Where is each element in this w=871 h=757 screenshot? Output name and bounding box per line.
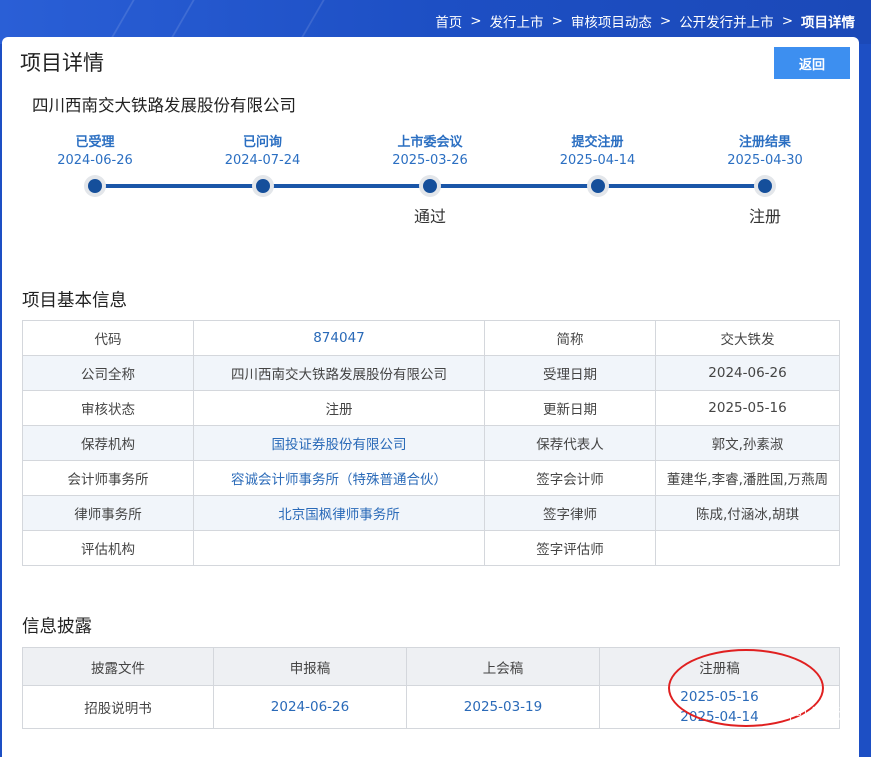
watermark-text: 格隆汇 [810, 707, 852, 723]
timeline-step-date: 2025-04-14 [559, 153, 636, 168]
info-label: 评估机构 [22, 530, 194, 566]
info-row: 审核状态 注册 更新日期 2025-05-16 [22, 390, 840, 426]
info-value: 2025-05-16 [655, 390, 840, 426]
info-value: 交大铁发 [655, 320, 840, 356]
timeline-step-label: 上市委会议 [397, 135, 463, 150]
timeline-step-label: 已问询 [242, 135, 282, 150]
timeline-step-date: 2024-06-26 [57, 153, 133, 168]
info-value [655, 530, 840, 566]
project-detail-card: 项目详情 返回 四川西南交大铁路发展股份有限公司 已受理 2024-06-26 已问… [2, 37, 859, 757]
timeline-step: 已问询 2024-07-24 [203, 131, 323, 168]
info-value: 陈成,付涵冰,胡琪 [655, 495, 840, 531]
timeline-step-label: 注册结果 [738, 135, 791, 150]
back-button[interactable]: 返回 [774, 47, 850, 79]
breadcrumb-separator: > [551, 13, 563, 29]
info-value [193, 530, 485, 566]
watermark-logo-icon: G [790, 706, 806, 722]
info-row: 评估机构 签字评估师 [22, 530, 840, 566]
review-timeline: 已受理 2024-06-26 已问询 2024-07-24 上市委会议 2025-03-2… [2, 127, 859, 237]
disclosure-header: 上会稿 [406, 647, 600, 686]
info-value: 董建华,李睿,潘胜国,万燕周 [655, 460, 840, 496]
disclosure-meeting[interactable]: 2025-03-19 [406, 685, 600, 729]
info-label: 律师事务所 [22, 495, 194, 531]
breadcrumb-item: 项目详情 [801, 15, 855, 31]
info-row: 保荐机构 国投证券股份有限公司 保荐代表人 郭文,孙素淑 [22, 425, 840, 461]
disclosure-filing[interactable]: 2024-06-26 [213, 685, 407, 729]
breadcrumb-separator: > [470, 13, 482, 29]
timeline-step: 提交注册 2025-04-14 [538, 131, 658, 168]
info-label: 代码 [22, 320, 194, 356]
info-value[interactable]: 北京国枫律师事务所 [193, 495, 485, 531]
timeline-step-date: 2025-04-30 [727, 153, 803, 168]
disclosure-doc: 招股说明书 [22, 685, 214, 729]
info-label: 会计师事务所 [22, 460, 194, 496]
info-label: 签字评估师 [484, 530, 656, 566]
disclosure-header: 披露文件 [22, 647, 214, 686]
page-title: 项目详情 [20, 51, 104, 75]
timeline-step-label: 已受理 [75, 135, 115, 150]
info-value: 2024-06-26 [655, 355, 840, 391]
breadcrumb-separator: > [659, 13, 672, 29]
info-row: 公司全称 四川西南交大铁路发展股份有限公司 受理日期 2024-06-26 [22, 355, 840, 391]
basic-info-table: 代码 874047 简称 交大铁发 公司全称 四川西南交大铁路发展股份有限公司 受理日期 20… [22, 320, 840, 566]
info-row: 代码 874047 简称 交大铁发 [22, 320, 840, 356]
timeline-dot [754, 175, 776, 197]
breadcrumb-item[interactable]: 审核项目动态 [571, 11, 652, 31]
watermark: G 格隆汇 [790, 704, 852, 724]
timeline-dot [251, 175, 274, 197]
info-value: 郭文,孙素淑 [655, 425, 840, 461]
info-label: 受理日期 [484, 355, 656, 391]
info-label: 签字律师 [484, 495, 656, 531]
info-label: 保荐代表人 [484, 425, 656, 461]
breadcrumb-item[interactable]: 发行上市 [490, 11, 544, 31]
info-label: 公司全称 [22, 355, 194, 391]
timeline-step-date: 2024-07-24 [224, 153, 301, 168]
disclosure-title: 信息披露 [22, 617, 92, 637]
timeline-step: 已受理 2024-06-26 [35, 131, 155, 168]
timeline-step: 上市委会议 2025-03-26 [370, 131, 490, 168]
info-value[interactable]: 容诚会计师事务所（特殊普通合伙） [193, 460, 485, 496]
breadcrumb: 首页 > 发行上市 > 审核项目动态 > 公开发行并上市 > 项目详情 [435, 11, 855, 31]
timeline-dot [586, 175, 609, 197]
timeline-dot [84, 175, 106, 197]
timeline-step-result: 注册 [748, 207, 781, 226]
timeline-dot [419, 175, 441, 197]
info-value: 四川西南交大铁路发展股份有限公司 [193, 355, 485, 391]
info-label: 保荐机构 [22, 425, 194, 461]
timeline-step-result: 通过 [413, 207, 446, 226]
info-label: 简称 [484, 320, 656, 356]
company-name: 四川西南交大铁路发展股份有限公司 [32, 96, 296, 115]
basic-info-title: 项目基本信息 [22, 291, 127, 311]
info-row: 律师事务所 北京国枫律师事务所 签字律师 陈成,付涵冰,胡琪 [22, 495, 840, 531]
timeline-step: 注册结果 2025-04-30 [705, 131, 825, 168]
info-label: 更新日期 [484, 390, 656, 426]
timeline-step-date: 2025-03-26 [392, 153, 468, 168]
timeline-step-label: 提交注册 [571, 135, 624, 150]
info-value[interactable]: 874047 [193, 320, 485, 356]
breadcrumb-item[interactable]: 公开发行并上市 [679, 11, 774, 31]
disclosure-header: 申报稿 [213, 647, 407, 686]
info-row: 会计师事务所 容诚会计师事务所（特殊普通合伙） 签字会计师 董建华,李睿,潘胜国,万燕… [22, 460, 840, 496]
info-value[interactable]: 国投证券股份有限公司 [193, 425, 485, 461]
breadcrumb-item[interactable]: 首页 [435, 11, 462, 31]
info-label: 签字会计师 [484, 460, 656, 496]
breadcrumb-separator: > [781, 13, 793, 29]
info-value: 注册 [193, 390, 485, 426]
info-label: 审核状态 [22, 390, 194, 426]
